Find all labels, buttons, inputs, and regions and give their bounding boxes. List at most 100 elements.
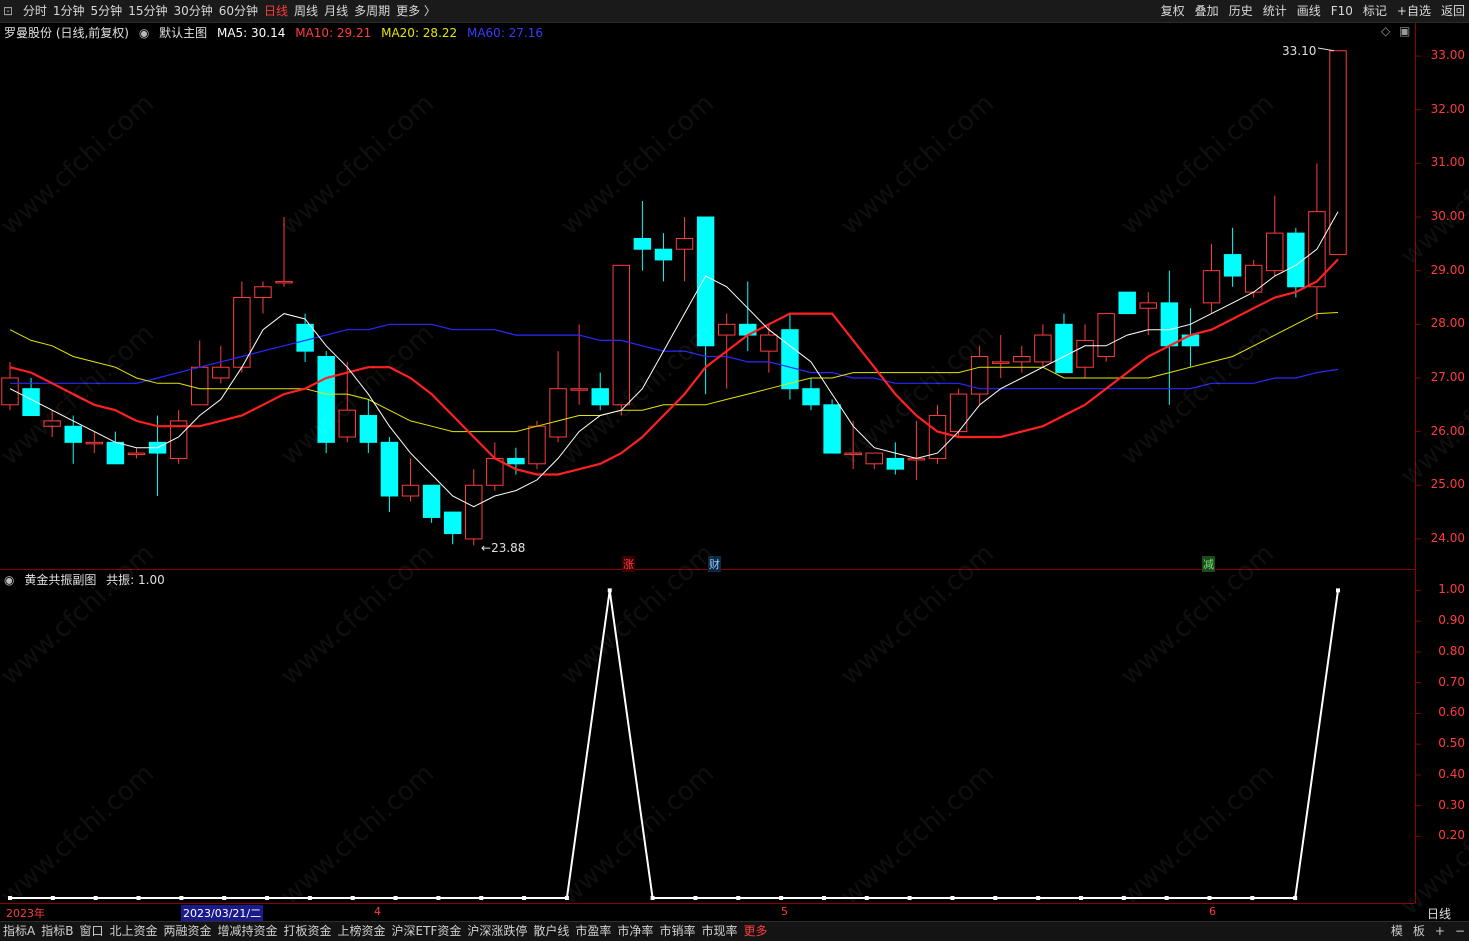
sub-tick-8: 0.20	[1438, 828, 1465, 843]
indicator-tab-0[interactable]: 指标A	[0, 922, 38, 941]
indicator-tab-9[interactable]: 沪深涨跌停	[464, 922, 530, 941]
ma-lines	[9, 211, 1339, 508]
resonance-point	[1336, 588, 1340, 593]
candle	[317, 351, 335, 454]
candle	[1118, 291, 1136, 315]
resonance-line	[10, 590, 1339, 899]
candle	[802, 377, 820, 411]
resonance-point	[307, 896, 312, 900]
resonance-point	[393, 896, 398, 900]
indicator-tab-8[interactable]: 沪深ETF资金	[389, 922, 465, 941]
resonance-plot	[8, 588, 1340, 900]
resonance-point	[265, 896, 270, 900]
resonance-point	[564, 896, 569, 900]
candle	[1266, 195, 1284, 277]
marker-jian[interactable]: 减	[1202, 556, 1215, 572]
indicator-tab-6[interactable]: 打板资金	[281, 922, 335, 941]
chart-canvas[interactable]	[0, 0, 1469, 940]
resonance-point	[522, 896, 527, 900]
indicator-tab-7[interactable]: 上榜资金	[335, 922, 389, 941]
candle	[1202, 243, 1221, 314]
sub-tick-4: 0.60	[1438, 705, 1465, 720]
candle	[148, 415, 167, 496]
candle	[127, 447, 146, 459]
candle	[465, 469, 483, 546]
indicator-tab-13[interactable]: 市销率	[656, 922, 698, 941]
indicator-tab-4[interactable]: 两融资金	[160, 922, 214, 941]
price-tick-4: 29.00	[1430, 262, 1465, 277]
price-tick-8: 25.00	[1430, 477, 1465, 492]
ma5-line	[9, 211, 1339, 508]
candle	[1329, 50, 1347, 256]
bottom-control-3[interactable]: −	[1455, 922, 1465, 941]
candle	[1076, 324, 1094, 378]
price-tick-2: 31.00	[1430, 155, 1465, 170]
price-tick-0: 33.00	[1430, 48, 1465, 63]
low-price-value: 23.88	[491, 541, 526, 555]
candle	[886, 442, 905, 475]
resonance-point	[607, 588, 612, 593]
period-indicator[interactable]: 日线	[1427, 905, 1451, 922]
bottom-control-0[interactable]: 模	[1391, 922, 1403, 941]
candle	[760, 324, 778, 373]
candle	[675, 217, 694, 282]
resonance-point	[1121, 896, 1126, 900]
indicator-tab-11[interactable]: 市盈率	[572, 922, 614, 941]
candle	[380, 436, 399, 513]
resonance-point	[736, 896, 741, 900]
resonance-point	[479, 896, 484, 900]
resonance-point	[1036, 896, 1041, 900]
resonance-point	[993, 896, 998, 900]
sub-tick-2: 0.80	[1438, 643, 1465, 658]
indicator-tab-10[interactable]: 散户线	[530, 922, 572, 941]
sub-tick-6: 0.40	[1438, 766, 1465, 781]
resonance-point	[650, 896, 655, 900]
resonance-point	[821, 896, 826, 900]
indicator-tab-12[interactable]: 市净率	[614, 922, 656, 941]
indicator-tab-1[interactable]: 指标B	[38, 922, 76, 941]
bottom-control-1[interactable]: 板	[1413, 922, 1425, 941]
price-tick-9: 24.00	[1430, 530, 1465, 545]
date-label-may: 5	[781, 905, 788, 918]
indicator-tab-15[interactable]: 更多	[740, 922, 770, 941]
date-label-april: 4	[374, 905, 381, 918]
resonance-point	[1078, 896, 1083, 900]
indicator-tab-2[interactable]: 窗口	[76, 922, 106, 941]
bottom-control-2[interactable]: +	[1435, 922, 1445, 941]
indicator-tab-5[interactable]: 增减持资金	[215, 922, 281, 941]
resonance-point	[350, 896, 355, 900]
candle	[422, 484, 441, 523]
resonance-point	[693, 896, 698, 900]
indicator-tab-14[interactable]: 市现率	[698, 922, 740, 941]
candle	[1223, 227, 1242, 287]
resonance-point	[1293, 896, 1298, 900]
candle	[907, 420, 926, 480]
price-tick-7: 26.00	[1430, 423, 1465, 438]
ma20-line	[9, 312, 1339, 433]
candle	[401, 458, 420, 502]
price-tick-3: 30.00	[1430, 209, 1465, 224]
candle	[190, 340, 209, 406]
candle	[275, 217, 293, 287]
sub-tick-5: 0.50	[1438, 736, 1465, 751]
price-tick-5: 28.00	[1430, 316, 1465, 331]
candle	[486, 442, 504, 491]
candle	[970, 345, 989, 405]
low-price-label: ←23.88	[481, 541, 526, 555]
candle	[1055, 313, 1073, 374]
resonance-point	[222, 896, 227, 900]
candle	[1034, 324, 1052, 368]
resonance-point	[136, 896, 141, 900]
resonance-point	[907, 896, 912, 900]
candle	[64, 415, 82, 464]
indicator-tab-3[interactable]: 北上资金	[106, 922, 160, 941]
candle	[1139, 292, 1158, 336]
candle	[106, 431, 125, 465]
ma10-line	[9, 258, 1339, 476]
candle	[549, 351, 567, 443]
candle	[1308, 163, 1326, 319]
marker-zhang[interactable]: 涨	[622, 556, 635, 572]
date-label-year: 2023年	[6, 907, 45, 920]
resonance-point	[50, 896, 55, 900]
marker-cai[interactable]: 财	[708, 556, 721, 572]
